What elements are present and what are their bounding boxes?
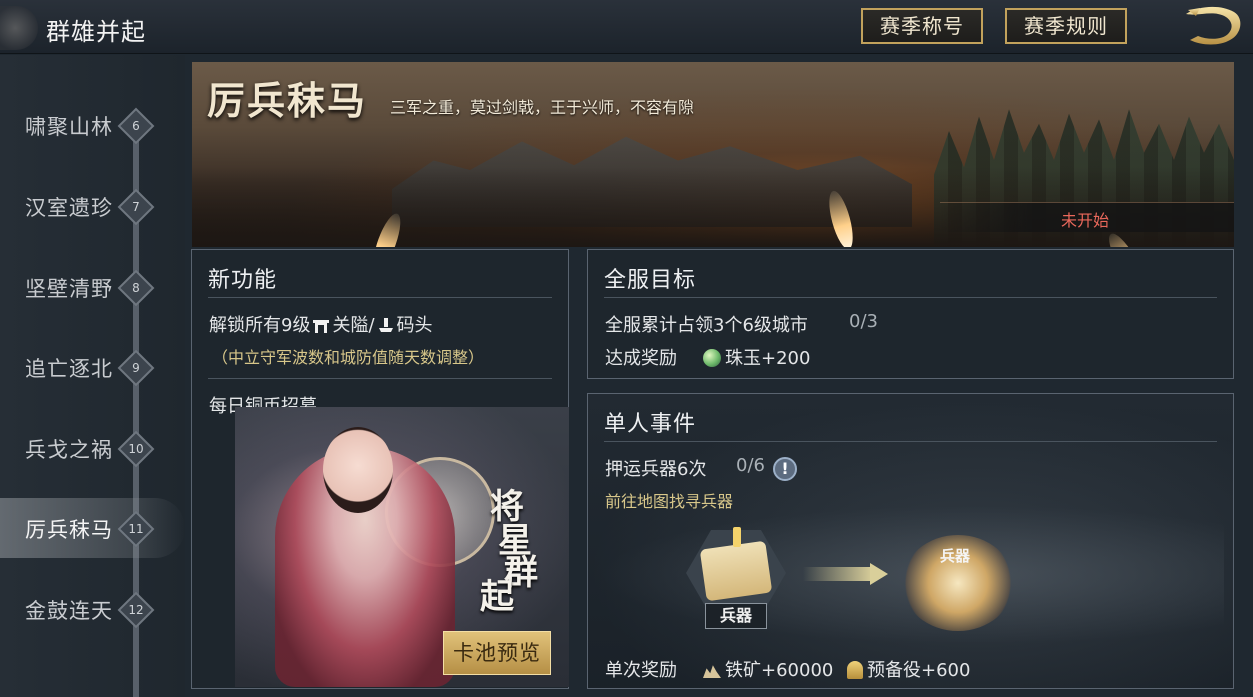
- sidebar-item-label: 汉室遗珍: [25, 196, 113, 220]
- chapter-number-badge: 9: [117, 349, 155, 387]
- sidebar-item-7[interactable]: 汉室遗珍 7: [0, 176, 185, 236]
- dock-icon: [378, 318, 393, 332]
- dragon-close-icon[interactable]: [1180, 4, 1246, 48]
- jade-icon: [703, 349, 721, 367]
- hero-portrait-art: [323, 427, 393, 513]
- escort-task-text: 押运兵器6次: [605, 459, 707, 480]
- unlock-text: 解锁所有9级 关隘/码头: [209, 315, 433, 336]
- server-reward: 珠玉+200: [703, 344, 810, 370]
- sidebar-item-label: 啸聚山林: [25, 115, 113, 139]
- chapter-number-badge: 11: [117, 510, 155, 548]
- sidebar-item-label: 金鼓连天: [25, 599, 113, 623]
- sidebar-item-10[interactable]: 兵戈之祸 10: [0, 418, 185, 478]
- chapter-number-badge: 7: [117, 188, 155, 226]
- sidebar-item-9[interactable]: 追亡逐北 9: [0, 337, 185, 397]
- escort-hint: 前往地图找寻兵器: [605, 492, 734, 511]
- unlock-note: （中立守军波数和城防值随天数调整）: [212, 348, 485, 367]
- chapter-number-badge: 6: [117, 107, 155, 145]
- reserve-troops-icon: [847, 661, 863, 679]
- weapon-node-label: 兵器: [705, 603, 767, 629]
- arrow-head-icon: [870, 563, 888, 585]
- server-goal-text: 全服累计占领3个6级城市: [605, 315, 808, 336]
- escort-task-progress: 0/6!: [736, 455, 797, 481]
- alert-icon: [733, 527, 741, 547]
- chapter-title: 厉兵秣马: [207, 78, 368, 123]
- chapter-status: 未开始: [1061, 211, 1110, 230]
- divider: [604, 297, 1217, 298]
- page-title: 群雄并起: [46, 18, 146, 46]
- iron-ore-icon: [703, 665, 721, 678]
- sidebar-item-label: 兵戈之祸: [25, 438, 113, 462]
- banner-pool-title: 将 星 群 起: [480, 487, 538, 617]
- divider: [208, 297, 552, 298]
- card-pool-preview-button[interactable]: 卡池预览: [443, 631, 551, 675]
- panel-heading: 新功能: [208, 268, 278, 293]
- reward-label: 达成奖励: [605, 348, 677, 369]
- target-node-label: 兵器: [940, 547, 971, 565]
- panel-heading: 全服目标: [604, 268, 697, 293]
- arrow-right-icon: [803, 567, 873, 581]
- info-icon[interactable]: !: [772, 457, 797, 481]
- sidebar-item-6[interactable]: 啸聚山林 6: [0, 95, 185, 155]
- map-scroll-icon: [699, 540, 773, 602]
- divider: [208, 378, 552, 379]
- sidebar-item-label: 厉兵秣马: [25, 518, 113, 542]
- season-rules-button[interactable]: 赛季规则: [1005, 8, 1127, 44]
- chapter-number-badge: 10: [117, 430, 155, 468]
- season-title-button[interactable]: 赛季称号: [861, 8, 983, 44]
- sidebar-item-label: 追亡逐北: [25, 357, 113, 381]
- divider: [604, 441, 1217, 442]
- sidebar-item-label: 坚壁清野: [25, 277, 113, 301]
- back-emblem-icon[interactable]: [0, 6, 38, 50]
- chapter-sidebar: 啸聚山林 6 汉室遗珍 7 坚壁清野 8 追亡逐北 9 兵戈之祸 10 厉兵秣马…: [0, 55, 185, 697]
- chapter-subtitle: 三军之重，莫过剑戟，王于兴师，不容有隙: [390, 98, 695, 117]
- reserve-reward: 预备役+600: [847, 656, 970, 682]
- top-bar: 群雄并起 赛季称号 赛季规则: [0, 0, 1253, 54]
- chapter-number-badge: 8: [117, 269, 155, 307]
- sidebar-item-11[interactable]: 厉兵秣马 11: [0, 498, 185, 558]
- single-reward-label: 单次奖励: [605, 660, 677, 681]
- server-goal-progress: 0/3: [849, 311, 878, 332]
- chapter-number-badge: 12: [117, 591, 155, 629]
- sidebar-item-8[interactable]: 坚壁清野 8: [0, 257, 185, 317]
- ore-reward: 铁矿+60000: [703, 656, 833, 682]
- sidebar-item-12[interactable]: 金鼓连天 12: [0, 579, 185, 639]
- panel-heading: 单人事件: [604, 412, 697, 437]
- pass-gate-icon: [313, 320, 330, 333]
